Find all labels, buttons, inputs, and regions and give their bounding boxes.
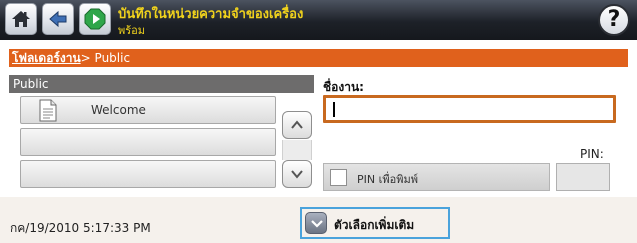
- list-item[interactable]: Welcome: [20, 96, 276, 124]
- pin-to-print-label: PIN เพื่อพิมพ์: [357, 173, 418, 186]
- back-arrow-icon: [49, 10, 67, 28]
- start-button[interactable]: [79, 3, 111, 35]
- folder-list-header: Public: [9, 75, 314, 93]
- job-name-input[interactable]: [323, 95, 616, 123]
- home-icon: [12, 11, 30, 27]
- home-button[interactable]: [5, 3, 37, 35]
- pin-input[interactable]: [556, 163, 610, 191]
- expand-down-icon: [305, 212, 327, 234]
- more-options-button[interactable]: ตัวเลือกเพิ่มเติม: [300, 207, 450, 239]
- chevron-up-icon: [291, 120, 303, 129]
- chevron-down-icon: [291, 170, 303, 179]
- list-item[interactable]: [20, 128, 276, 156]
- breadcrumb: โฟลเดอร์งาน> Public: [9, 49, 628, 67]
- start-icon: [84, 8, 106, 30]
- status-text: พร้อม: [118, 24, 146, 37]
- more-options-label: ตัวเลือกเพิ่มเติม: [334, 218, 415, 232]
- scroll-down-button[interactable]: [282, 160, 312, 188]
- back-button[interactable]: [42, 3, 74, 35]
- text-caret: [333, 102, 335, 117]
- document-icon: [39, 99, 57, 122]
- checkbox-icon: [330, 169, 347, 186]
- breadcrumb-link-job-folder[interactable]: โฟลเดอร์งาน: [12, 51, 81, 65]
- help-button[interactable]: ?: [598, 4, 630, 36]
- title-bar: บันทึกในหน่วยความจำของเครื่อง พร้อม ?: [0, 0, 637, 40]
- breadcrumb-current: Public: [94, 51, 131, 65]
- datetime-text: กค/19/2010 5:17:33 PM: [10, 221, 151, 235]
- list-item-label: Welcome: [91, 103, 146, 117]
- breadcrumb-separator: >: [80, 51, 91, 65]
- pin-label: PIN:: [580, 147, 604, 161]
- page-title: บันทึกในหน่วยความจำของเครื่อง: [118, 7, 304, 22]
- pin-to-print-checkbox[interactable]: PIN เพื่อพิมพ์: [323, 163, 550, 191]
- list-item[interactable]: [20, 160, 276, 188]
- scrollbar-track[interactable]: [282, 140, 312, 160]
- scroll-up-button[interactable]: [282, 111, 312, 139]
